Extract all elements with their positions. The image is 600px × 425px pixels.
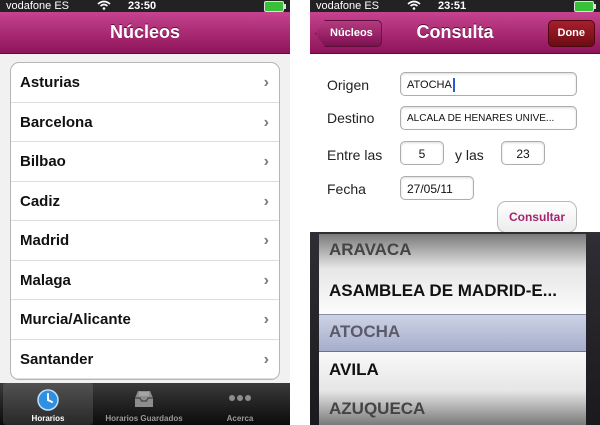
tab-horarios-guardados[interactable]: Horarios Guardados	[96, 383, 192, 425]
fecha-label: Fecha	[327, 181, 366, 197]
list-item-bilbao[interactable]: Bilbao ›	[11, 142, 279, 182]
list-item-asturias[interactable]: Asturias ›	[11, 63, 279, 103]
chevron-right-icon: ›	[263, 192, 269, 210]
inbox-icon	[132, 388, 156, 415]
carrier-label: vodafone ES	[6, 0, 69, 12]
list-item-madrid[interactable]: Madrid ›	[11, 221, 279, 261]
fecha-field[interactable]: 27/05/11	[400, 176, 474, 200]
carrier-label: vodafone ES	[316, 0, 379, 12]
origen-value: ATOCHA	[407, 79, 452, 91]
entre-las-label: Entre las	[327, 147, 383, 163]
picker-row[interactable]: ASAMBLEA DE MADRID-E...	[329, 271, 557, 311]
status-bar: vodafone ES 23:50	[0, 0, 290, 12]
chevron-right-icon: ›	[263, 153, 269, 170]
picker-wheel[interactable]: ARAVACA ASAMBLEA DE MADRID-E... ATOCHA A…	[319, 234, 586, 425]
clock-icon	[36, 388, 60, 417]
tab-label: Horarios	[31, 414, 65, 423]
consultar-button[interactable]: Consultar	[497, 201, 577, 233]
destino-field[interactable]: ALCALA DE HENARES UNIVE...	[400, 106, 577, 130]
done-button[interactable]: Done	[547, 20, 595, 47]
list-item-label: Malaga	[20, 271, 71, 289]
chevron-right-icon: ›	[263, 232, 269, 249]
hora-fin-value: 23	[516, 147, 530, 161]
picker-row[interactable]: AVILA	[329, 350, 379, 390]
picker-row[interactable]: ARAVACA	[329, 234, 411, 270]
more-icon	[227, 388, 253, 413]
clock-time: 23:50	[128, 0, 157, 12]
picker-row[interactable]: AZUQUECA	[329, 389, 425, 425]
tab-acerca[interactable]: Acerca	[195, 383, 285, 425]
list-item-label: Madrid	[20, 232, 70, 249]
station-picker[interactable]: ARAVACA ASAMBLEA DE MADRID-E... ATOCHA A…	[310, 232, 600, 425]
list-item-cadiz[interactable]: Cadiz ›	[11, 182, 279, 221]
tab-horarios[interactable]: Horarios	[3, 383, 93, 425]
tab-label: Horarios Guardados	[105, 414, 183, 423]
hora-inicio-value: 5	[418, 147, 426, 161]
list-item-label: Cadiz	[20, 192, 61, 210]
origen-field[interactable]: ATOCHA	[400, 72, 577, 96]
list-item-malaga[interactable]: Malaga ›	[11, 261, 279, 300]
list-item-murcia-alicante[interactable]: Murcia/Alicante ›	[11, 300, 279, 340]
destino-value: ALCALA DE HENARES UNIVE...	[407, 113, 555, 124]
clock-time: 23:51	[438, 0, 467, 12]
tab-bar: Horarios Horarios Guardados Acerca	[0, 383, 290, 425]
navigation-bar: Núcleos Consulta Done	[310, 12, 600, 54]
list-item-label: Asturias	[20, 74, 81, 91]
list-item-label: Barcelona	[20, 113, 93, 131]
hora-inicio-field[interactable]: 5	[400, 141, 444, 165]
nucleos-screen: vodafone ES 23:50 Núcleos Asturias › Bar…	[0, 0, 290, 425]
hora-fin-field[interactable]: 23	[501, 141, 545, 165]
y-las-label: y las	[455, 147, 484, 163]
chevron-right-icon: ›	[263, 350, 269, 368]
navigation-bar: Núcleos	[0, 12, 290, 54]
list-item-label: Murcia/Alicante	[20, 311, 131, 328]
list-item-barcelona[interactable]: Barcelona ›	[11, 103, 279, 142]
destino-label: Destino	[327, 110, 375, 126]
picker-row-selected[interactable]: ATOCHA	[329, 312, 400, 352]
list-item-santander[interactable]: Santander ›	[11, 340, 279, 379]
page-title: Núcleos	[109, 22, 181, 42]
chevron-right-icon: ›	[263, 74, 269, 91]
consulta-screen: vodafone ES 23:51 Núcleos Consulta Done …	[310, 0, 600, 425]
tab-label: Acerca	[226, 414, 254, 423]
fecha-value: 27/05/11	[407, 182, 453, 196]
chevron-right-icon: ›	[263, 311, 269, 328]
nucleos-list: Asturias › Barcelona › Bilbao › Cadiz › …	[10, 62, 280, 380]
chevron-right-icon: ›	[263, 271, 269, 289]
origen-label: Origen	[327, 77, 370, 93]
status-bar: vodafone ES 23:51	[310, 0, 600, 12]
battery-icon	[574, 1, 596, 12]
text-cursor	[452, 78, 455, 93]
list-item-label: Santander	[20, 350, 94, 368]
battery-icon	[264, 1, 286, 12]
list-item-label: Bilbao	[20, 153, 66, 170]
chevron-right-icon: ›	[263, 113, 269, 131]
